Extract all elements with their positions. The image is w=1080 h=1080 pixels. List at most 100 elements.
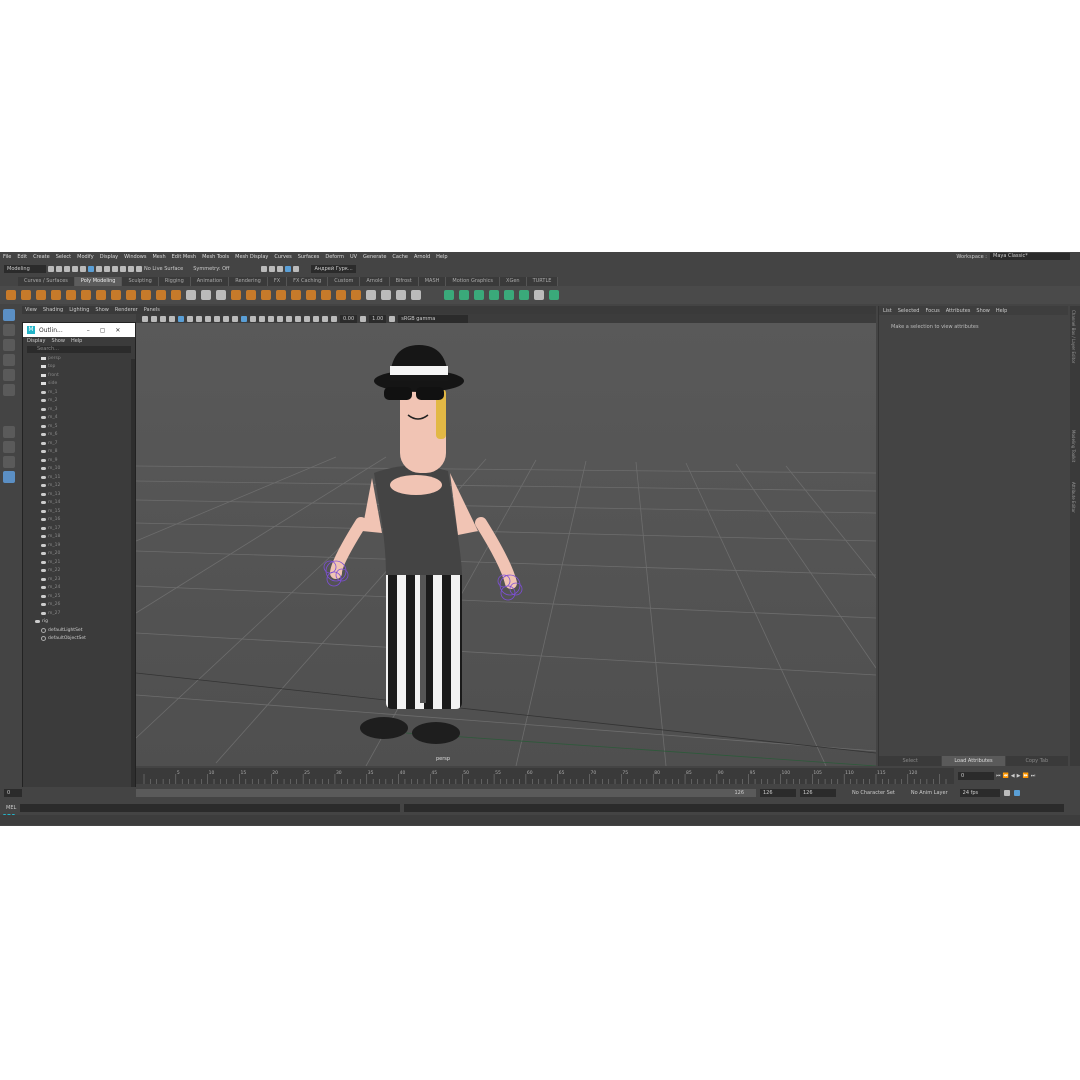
outliner-item[interactable]: m_26 (23, 601, 135, 610)
new-scene-icon[interactable] (48, 266, 54, 272)
step-back-icon[interactable]: ⏪ (1003, 773, 1009, 779)
anim-layer-dropdown[interactable]: No Anim Layer (911, 790, 948, 796)
fill-hole-icon[interactable] (306, 290, 316, 300)
camera-select-icon[interactable] (142, 315, 148, 322)
anim-prefs-icon[interactable] (1013, 790, 1020, 796)
poly-sphere-icon[interactable] (6, 290, 16, 300)
field-chart-icon[interactable] (214, 315, 220, 322)
shelf-tab-arnold[interactable]: Arnold (360, 277, 390, 286)
outliner-item[interactable]: persp (23, 354, 135, 363)
outliner-item[interactable]: m_7 (23, 439, 135, 448)
step-forward-icon[interactable]: ⏩ (1022, 773, 1028, 779)
snap-point-icon[interactable] (128, 266, 134, 272)
shelf-tab-rigging[interactable]: Rigging (158, 277, 191, 286)
outliner-search-input[interactable]: Search... (27, 346, 131, 353)
viewport-menu-view[interactable]: View (25, 307, 37, 313)
select-button[interactable]: Select (879, 756, 943, 766)
outliner-item[interactable]: m_4 (23, 414, 135, 423)
shelf-tab-xgen[interactable]: XGen (500, 277, 527, 286)
four-view-icon[interactable] (3, 441, 15, 453)
shelf-tab-custom[interactable]: Custom (328, 277, 361, 286)
exposure-field[interactable]: 0.00 (340, 314, 358, 323)
viewport-menu-show[interactable]: Show (95, 307, 109, 313)
quad-draw-icon[interactable] (411, 290, 421, 300)
shelf-tab-mash[interactable]: MASH (418, 277, 447, 286)
redo-icon[interactable] (80, 266, 86, 272)
sphere-icon[interactable] (141, 290, 151, 300)
xray-joints-icon[interactable] (322, 315, 328, 322)
undo-icon[interactable] (72, 266, 78, 272)
triangulate-icon[interactable] (351, 290, 361, 300)
gamma-icon[interactable] (360, 315, 367, 322)
shelf-tab-poly-modeling[interactable]: Poly Modeling (74, 277, 123, 286)
uv-editor-icon[interactable] (444, 290, 454, 300)
menu-windows[interactable]: Windows (124, 254, 146, 260)
shelf-tab-animation[interactable]: Animation (190, 277, 230, 286)
copy-tab-button[interactable]: Copy Tab (1005, 756, 1069, 766)
viewport-menu-lighting[interactable]: Lighting (69, 307, 89, 313)
outliner-item[interactable]: top (23, 363, 135, 372)
outliner-item[interactable]: m_25 (23, 592, 135, 601)
user-account[interactable]: Андрей Гурк... (311, 265, 356, 273)
isolate-select-icon[interactable] (304, 315, 310, 322)
menu-help[interactable]: Help (436, 254, 447, 260)
spherical-map-icon[interactable] (489, 290, 499, 300)
mirror-icon[interactable] (246, 290, 256, 300)
bevel-icon[interactable] (291, 290, 301, 300)
shelf-tab-fx[interactable]: FX (267, 277, 288, 286)
safe-title-icon[interactable] (232, 315, 238, 322)
perspective-viewport[interactable]: persp (136, 323, 876, 766)
pause-icon[interactable] (293, 266, 300, 272)
command-input[interactable] (20, 804, 401, 812)
outliner-item[interactable]: m_23 (23, 575, 135, 584)
attr-menu-attributes[interactable]: Attributes (946, 308, 971, 314)
outliner-item[interactable]: m_10 (23, 465, 135, 474)
current-frame-field[interactable]: 0 (958, 772, 994, 780)
boolean-icon[interactable] (231, 290, 241, 300)
move-tool-icon[interactable] (3, 354, 15, 366)
render-settings-icon[interactable] (277, 266, 284, 272)
menu-mesh[interactable]: Mesh (152, 254, 165, 260)
menu-edit-mesh[interactable]: Edit Mesh (172, 254, 196, 260)
extrude-icon[interactable] (261, 290, 271, 300)
wireframe-icon[interactable] (241, 315, 247, 322)
viewport-menu-shading[interactable]: Shading (43, 307, 63, 313)
poly-cube-icon[interactable] (21, 290, 31, 300)
go-end-icon[interactable]: ⏭ (1031, 773, 1036, 779)
color-space-dropdown[interactable]: sRGB gamma (398, 314, 469, 323)
ambient-occlusion-icon[interactable] (295, 315, 301, 322)
xray-icon[interactable] (313, 315, 319, 322)
lights-icon[interactable] (277, 315, 283, 322)
tab-channel-box[interactable]: Channel Box / Layer Editor (1071, 310, 1076, 363)
merge-icon[interactable] (321, 290, 331, 300)
outliner-item[interactable]: front (23, 371, 135, 380)
safe-action-icon[interactable] (223, 315, 229, 322)
select-component-icon[interactable] (104, 266, 110, 272)
shelf-tab-fx-caching[interactable]: FX Caching (287, 277, 329, 286)
outliner-menu-help[interactable]: Help (71, 338, 82, 344)
gamma-field[interactable]: 1.00 (369, 314, 387, 323)
menu-select[interactable]: Select (56, 254, 71, 260)
menu-cache[interactable]: Cache (392, 254, 408, 260)
camera-attr-icon[interactable] (151, 315, 157, 322)
type-icon[interactable] (156, 290, 166, 300)
attr-menu-help[interactable]: Help (996, 308, 1007, 314)
outliner-menu-display[interactable]: Display (27, 338, 45, 344)
lasso-tool-icon[interactable] (3, 324, 15, 336)
gate-mask-icon[interactable] (205, 315, 211, 322)
tab-modeling-toolkit[interactable]: Modeling Toolkit (1071, 430, 1076, 462)
hypershade-icon[interactable] (285, 266, 292, 272)
bridge-icon[interactable] (276, 290, 286, 300)
cylindrical-map-icon[interactable] (474, 290, 484, 300)
outliner-item[interactable]: m_8 (23, 448, 135, 457)
outliner-item[interactable]: m_6 (23, 431, 135, 440)
multi-cut-icon[interactable] (366, 290, 376, 300)
poly-torus-icon[interactable] (66, 290, 76, 300)
viewport-menu-panels[interactable]: Panels (144, 307, 160, 313)
close-icon[interactable]: ✕ (115, 327, 120, 334)
outliner-item[interactable]: m_19 (23, 541, 135, 550)
save-scene-icon[interactable] (64, 266, 70, 272)
target-weld-icon[interactable] (381, 290, 391, 300)
side-by-side-icon[interactable] (3, 456, 15, 468)
start-frame-field[interactable]: 0 (4, 789, 22, 797)
